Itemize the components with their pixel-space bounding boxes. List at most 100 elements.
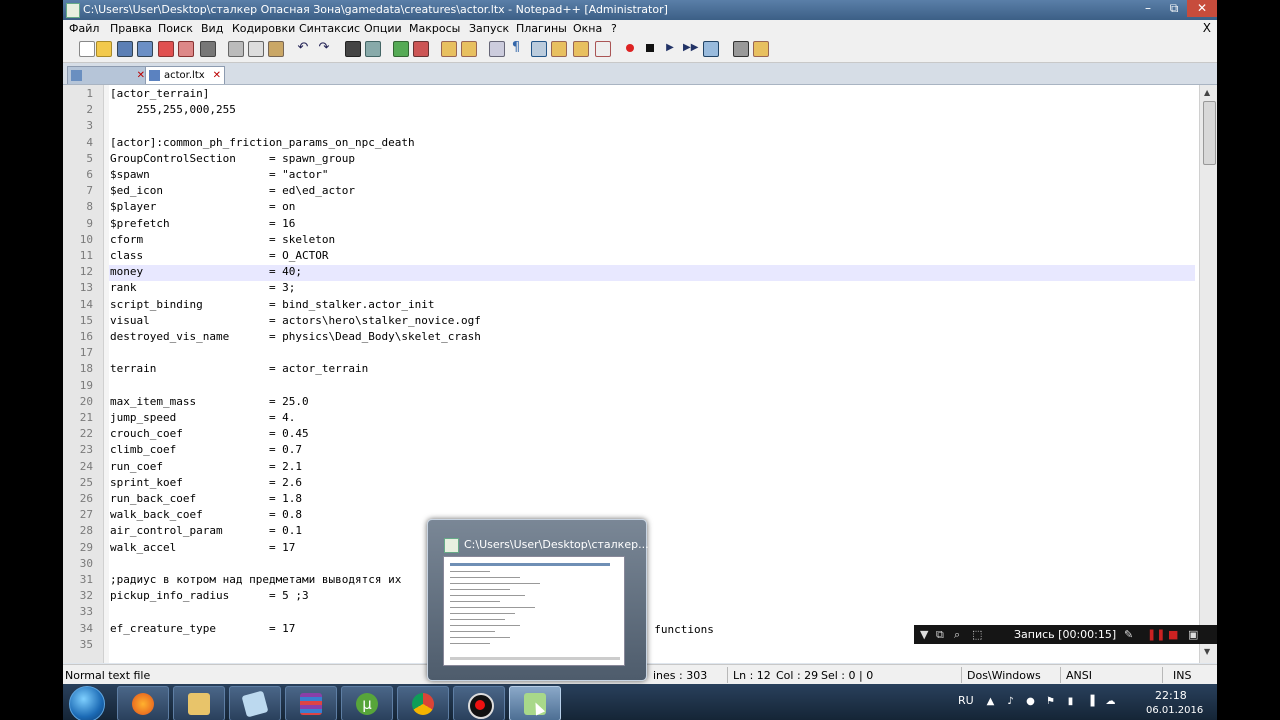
close-document-button[interactable]: X [1203,21,1211,35]
zoom-in-icon[interactable] [393,41,409,57]
code-line[interactable]: [actor]:common_ph_friction_params_on_npc… [110,136,415,149]
tab-close-icon[interactable]: ✕ [213,67,221,84]
taskbar-thumbnail-preview[interactable]: C:\Users\User\Desktop\сталкер... [427,519,649,681]
code-line[interactable]: run_coef = 2.1 [110,460,302,473]
indent-guide-icon[interactable] [531,41,547,57]
menu-syntax[interactable]: Синтаксис [299,22,360,35]
code-line[interactable]: pickup_info_radius = 5 ;3 [110,589,309,602]
taskbar-explorer[interactable] [173,686,225,720]
show-all-chars-icon[interactable]: ¶ [509,41,523,55]
stop-icon[interactable]: ■ [1168,628,1178,641]
code-line[interactable]: class = O_ACTOR [110,249,329,262]
dropdown-icon[interactable]: ▼ [920,628,928,641]
menu-windows[interactable]: Окна [573,22,602,35]
spell-check-icon[interactable] [733,41,749,57]
menu-macros[interactable]: Макросы [409,22,460,35]
scroll-thumb[interactable] [1203,101,1216,165]
action-center-icon[interactable]: ⚑ [1045,696,1056,707]
save-all-icon[interactable] [137,41,153,57]
restore-button[interactable]: ⧉ [1161,0,1187,17]
word-wrap-icon[interactable] [489,41,505,57]
code-line[interactable]: money = 40; [110,265,302,278]
code-line[interactable]: ef_creature_type = 17 [110,622,295,635]
code-line[interactable]: [actor_terrain] [110,87,209,100]
code-line[interactable]: script_binding = bind_stalker.actor_init [110,298,435,311]
pause-icon[interactable]: ❚❚ [1147,628,1165,641]
weather-icon[interactable]: ☁ [1105,696,1116,707]
play-macro-icon[interactable]: ▶ [663,41,677,55]
code-line[interactable]: visual = actors\hero\stalker_novice.ogf [110,314,481,327]
code-line[interactable]: $prefetch = 16 [110,217,295,230]
menu-view[interactable]: Вид [201,22,223,35]
scroll-up-arrow-icon[interactable]: ▲ [1204,88,1210,97]
code-line[interactable]: crouch_coef = 0.45 [110,427,309,440]
code-line[interactable]: 255,255,000,255 [110,103,235,116]
menu-options[interactable]: Опции [364,22,402,35]
menu-help[interactable]: ? [611,22,617,35]
code-line[interactable]: GroupControlSection = spawn_group [110,152,355,165]
code-line[interactable]: destroyed_vis_name = physics\Dead_Body\s… [110,330,481,343]
menu-encoding[interactable]: Кодировки [232,22,295,35]
code-line[interactable]: air_control_param = 0.1 [110,524,302,537]
open-file-icon[interactable] [96,41,112,57]
paste-icon[interactable] [268,41,284,57]
zoom-icon[interactable]: ⌕ [954,628,960,642]
redo-icon[interactable]: ↷ [317,41,331,55]
tab-actor-ltx[interactable]: actor.ltx ✕ [145,66,225,84]
undo-icon[interactable]: ↶ [296,41,310,55]
volume-icon[interactable]: ♪ [1005,696,1016,707]
zoom-out-icon[interactable] [413,41,429,57]
taskbar-winrar[interactable] [285,686,337,720]
code-line[interactable]: $ed_icon = ed\ed_actor [110,184,355,197]
minimize-button[interactable]: – [1135,0,1161,17]
sync-vertical-icon[interactable] [441,41,457,57]
code-line[interactable]: ;радиус в котром над предметами выводятс… [110,573,401,586]
code-line[interactable]: walk_accel = 17 [110,541,295,554]
menu-file[interactable]: Файл [69,22,99,35]
code-line[interactable]: jump_speed = 4. [110,411,295,424]
run-macro-multiple-icon[interactable]: ▶▶ [683,41,698,55]
record-macro-icon[interactable] [623,41,637,55]
code-line[interactable]: terrain = actor_terrain [110,362,368,375]
taskbar-firefox[interactable] [117,686,169,720]
menu-run[interactable]: Запуск [469,22,509,35]
save-icon[interactable] [117,41,133,57]
stop-macro-icon[interactable] [643,41,657,55]
code-line[interactable]: sprint_koef = 2.6 [110,476,302,489]
code-line[interactable]: $player = on [110,200,295,213]
menu-edit[interactable]: Правка [110,22,152,35]
menu-plugins[interactable]: Плагины [516,22,567,35]
find-icon[interactable] [345,41,361,57]
code-line[interactable]: walk_back_coef = 0.8 [110,508,302,521]
taskbar-utorrent[interactable]: μ [341,686,393,720]
code-line[interactable]: $spawn = "actor" [110,168,329,181]
battery-icon[interactable]: ▮ [1065,696,1076,707]
replace-icon[interactable] [365,41,381,57]
signal-icon[interactable]: ▐ [1085,696,1096,707]
tab-close-icon[interactable]: ✕ [137,67,145,84]
camera-icon[interactable]: ▣ [1188,628,1198,641]
taskbar-chrome[interactable] [397,686,449,720]
code-line[interactable]: cform = skeleton [110,233,335,246]
clock-date[interactable]: 06.01.2016 [1146,705,1203,716]
network-icon[interactable]: ● [1025,696,1036,707]
code-line[interactable]: climb_coef = 0.7 [110,443,302,456]
close-file-icon[interactable] [158,41,174,57]
language-indicator[interactable]: RU [958,694,974,707]
code-line[interactable]: run_back_coef = 1.8 [110,492,302,505]
close-window-button[interactable]: ✕ [1187,0,1217,17]
tab-other-file[interactable]: ✕ [67,66,149,84]
cut-icon[interactable] [228,41,244,57]
save-macro-icon[interactable] [703,41,719,57]
show-hidden-icons-icon[interactable]: ▲ [985,696,996,707]
vertical-scrollbar[interactable]: ▲ ▼ [1199,85,1217,663]
document-map-icon[interactable] [573,41,589,57]
window-icon[interactable]: ⧉ [936,628,944,642]
taskbar-recorder[interactable] [453,686,505,720]
scroll-down-arrow-icon[interactable]: ▼ [1204,647,1210,656]
sync-horizontal-icon[interactable] [461,41,477,57]
function-list-icon[interactable] [595,41,611,57]
code-line[interactable]: max_item_mass = 25.0 [110,395,309,408]
taskbar-notepad[interactable] [229,686,281,720]
menu-search[interactable]: Поиск [158,22,193,35]
